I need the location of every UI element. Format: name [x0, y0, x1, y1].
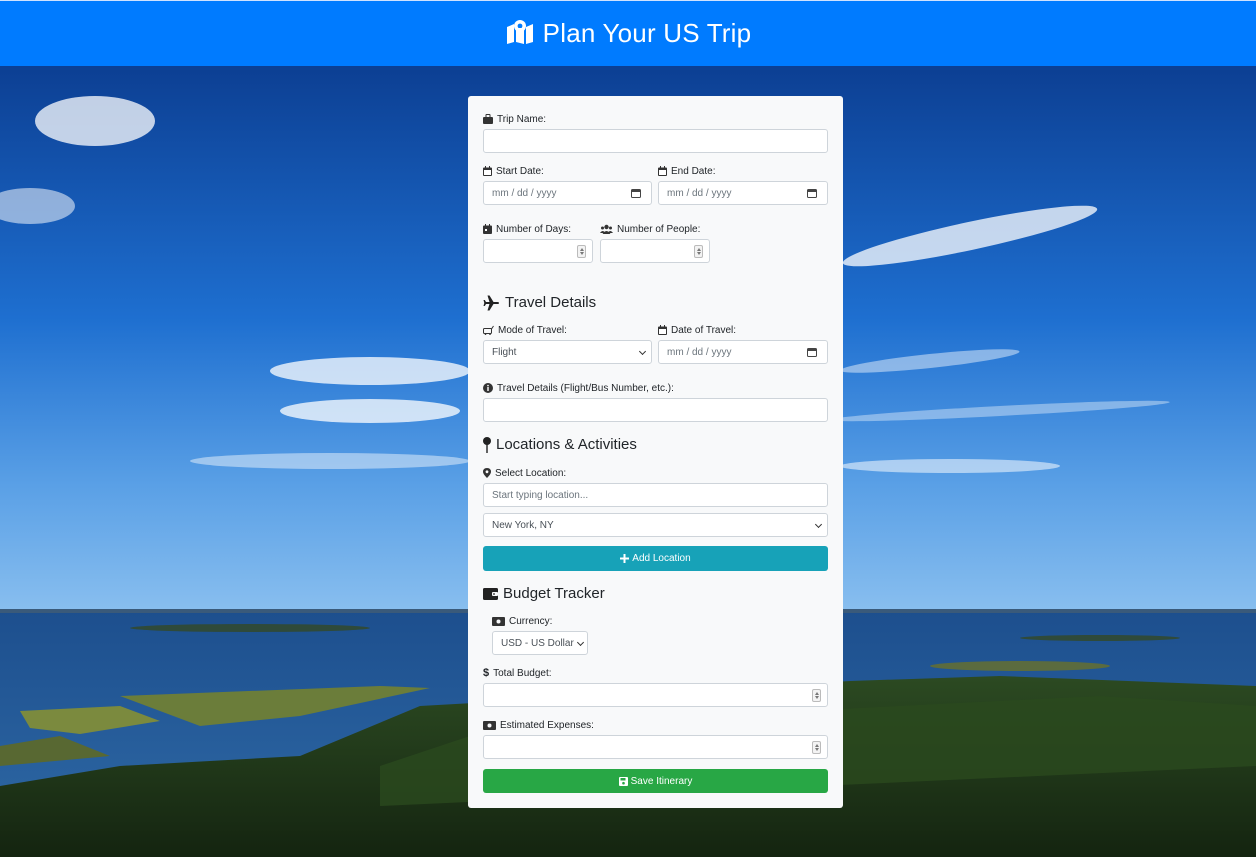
start-date-input[interactable]: mm / dd / yyyy — [483, 181, 652, 205]
estimated-expenses-input[interactable] — [483, 735, 828, 759]
calendar-day-icon — [483, 224, 492, 234]
save-icon — [618, 776, 628, 786]
money-bill-icon — [492, 616, 505, 626]
travel-details-label: Travel Details (Flight/Bus Number, etc.)… — [483, 381, 828, 395]
mode-of-travel-label: Mode of Travel: — [483, 323, 652, 337]
page-title: Plan Your US Trip — [542, 18, 752, 48]
calendar-icon — [658, 166, 667, 176]
chevron-down-icon — [814, 520, 823, 529]
calendar-icon — [658, 325, 667, 335]
end-date-label: End Date: — [658, 164, 828, 178]
chevron-down-icon — [638, 347, 647, 356]
trip-name-label: Trip Name: — [483, 112, 828, 126]
calendar-picker-icon — [807, 189, 817, 198]
location-select[interactable]: New York, NY — [483, 513, 828, 537]
travel-details-input[interactable] — [483, 398, 828, 422]
trip-form-card: Trip Name: Start Date: mm / dd / yyyy En… — [468, 96, 843, 808]
travel-details-heading: Travel Details — [483, 294, 596, 311]
total-budget-label: $ Total Budget: — [483, 667, 552, 679]
money-bill-wave-icon — [483, 720, 496, 730]
date-of-travel-label: Date of Travel: — [658, 323, 828, 337]
map-marker-icon — [483, 468, 491, 478]
start-date-label: Start Date: — [483, 164, 652, 178]
num-days-input[interactable] — [483, 239, 593, 263]
num-days-label: Number of Days: — [483, 222, 593, 236]
info-circle-icon — [483, 383, 493, 393]
location-search-input[interactable]: Start typing location... — [483, 483, 828, 507]
chevron-down-icon — [576, 638, 585, 647]
mode-of-travel-select[interactable]: Flight — [483, 340, 652, 364]
end-date-input[interactable]: mm / dd / yyyy — [658, 181, 828, 205]
suitcase-icon — [483, 114, 493, 124]
currency-label: Currency: — [492, 614, 588, 628]
total-budget-input[interactable] — [483, 683, 828, 707]
plus-icon — [620, 554, 630, 563]
plane-icon — [483, 295, 499, 310]
calendar-picker-icon — [631, 189, 641, 198]
users-icon — [600, 224, 613, 234]
budget-heading: Budget Tracker — [483, 585, 605, 602]
number-spinner[interactable] — [577, 245, 586, 258]
locations-heading: Locations & Activities — [483, 436, 637, 453]
currency-select[interactable]: USD - US Dollar — [492, 631, 588, 655]
num-people-label: Number of People: — [600, 222, 710, 236]
number-spinner[interactable] — [812, 741, 821, 754]
add-location-button[interactable]: Add Location — [483, 546, 828, 571]
date-of-travel-input[interactable]: mm / dd / yyyy — [658, 340, 828, 364]
trip-name-input[interactable] — [483, 129, 828, 153]
select-location-label: Select Location: — [483, 466, 828, 480]
map-pin-icon — [483, 436, 491, 453]
number-spinner[interactable] — [694, 245, 703, 258]
save-itinerary-button[interactable]: Save Itinerary — [483, 769, 828, 793]
dollar-sign-icon: $ — [483, 667, 490, 679]
num-people-input[interactable] — [600, 239, 710, 263]
app-header: Plan Your US Trip — [0, 0, 1256, 66]
number-spinner[interactable] — [812, 689, 821, 702]
wallet-icon — [483, 588, 498, 600]
estimated-expenses-label: Estimated Expenses: — [483, 718, 828, 732]
calendar-picker-icon — [807, 348, 817, 357]
map-marked-icon — [505, 18, 535, 49]
calendar-icon — [483, 166, 492, 176]
suitcase-rolling-icon — [483, 325, 494, 335]
